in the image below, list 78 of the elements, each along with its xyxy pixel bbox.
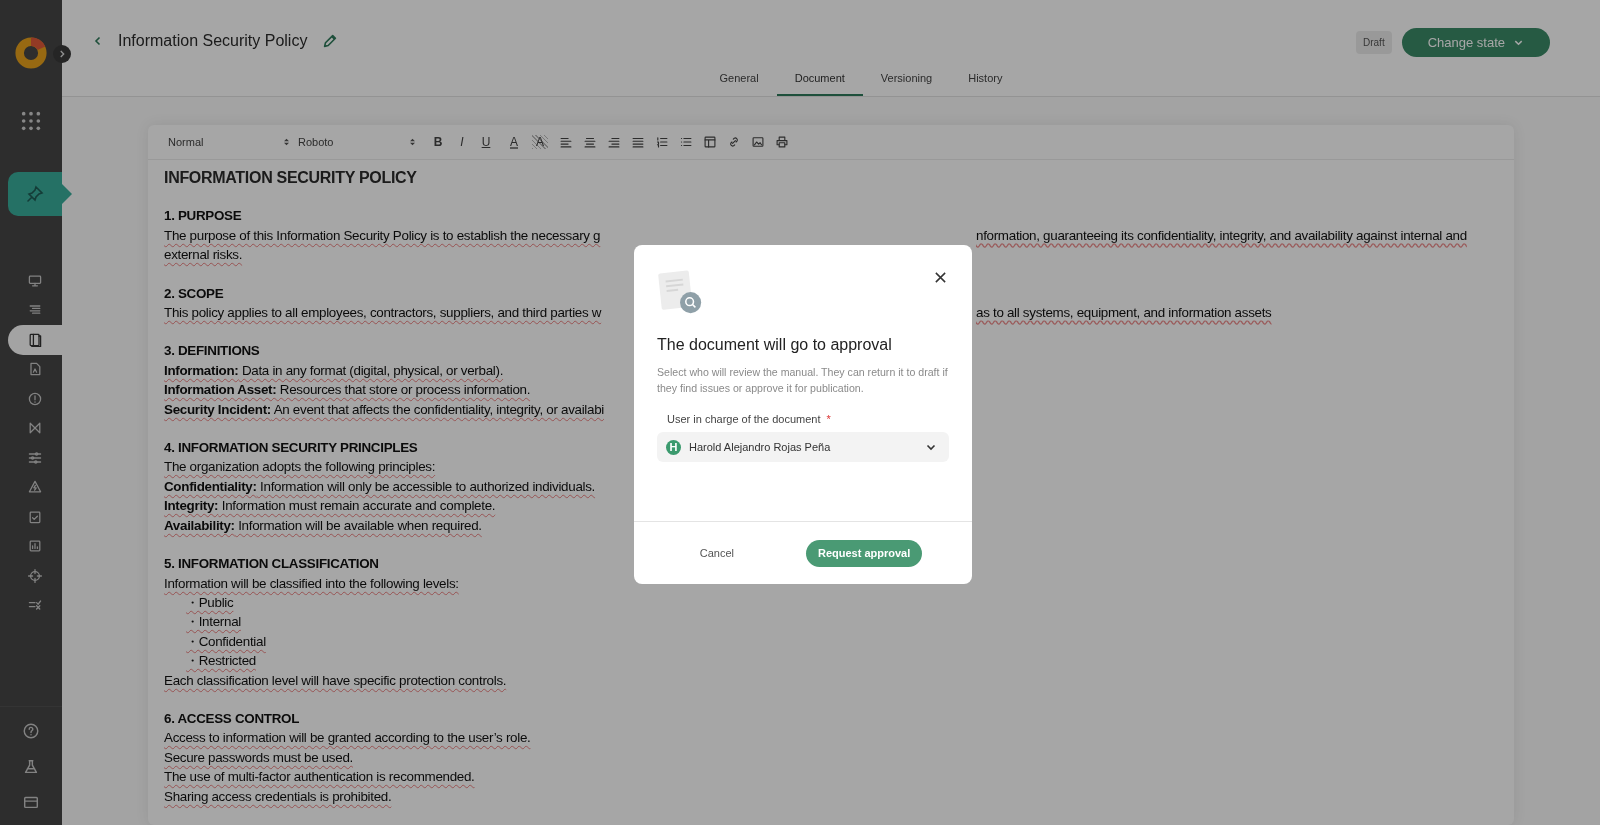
paragraph-line: Information will be classified into the following levels: — [164, 574, 459, 593]
style-select[interactable]: Normal — [168, 136, 290, 148]
book-icon — [27, 331, 43, 348]
tab[interactable]: Document — [776, 66, 863, 96]
required-mark: * — [826, 413, 831, 425]
updown-icon — [283, 137, 290, 147]
alert-icon — [27, 390, 43, 407]
paragraph-line: Each classification level will have specific protection controls. — [164, 671, 507, 690]
paragraph-line: Integrity: Information must remain accurate and complete. — [164, 497, 496, 516]
paragraph-line: The use of multi-factor authentication is recommended. — [164, 768, 475, 787]
paragraph-line: external risks. — [164, 246, 243, 265]
paragraph-line: Confidentiality: Information will only be accessible to authorized individuals. — [164, 477, 596, 496]
cancel-button[interactable]: Cancel — [683, 539, 750, 567]
align-center-icon[interactable] — [583, 135, 597, 149]
paragraph-line: Availability: Information will be available when required. — [164, 516, 482, 535]
paragraph-line: Security Incident: An event that affects the confidentiality, integrity, or availabi — [164, 400, 604, 419]
underline-button[interactable]: U — [474, 135, 498, 149]
list-item: ・Internal — [186, 613, 241, 632]
user-select[interactable]: H Harold Alejandro Rojas Peña — [657, 432, 949, 462]
apps-grid-icon[interactable] — [20, 110, 42, 132]
field-label: User in charge of the document — [667, 413, 821, 425]
image-icon[interactable] — [751, 135, 765, 149]
page-title: Information Security Policy — [118, 32, 308, 50]
logo-icon[interactable] — [14, 36, 48, 70]
section-heading: 4. INFORMATION SECURITY PRINCIPLES — [164, 439, 418, 458]
paragraph-line: This policy applies to all employees, contractors, suppliers, and third parties w — [164, 304, 602, 323]
paragraph-line: as to all systems, equipment, and information assets — [976, 304, 1272, 323]
bullet-list-icon[interactable] — [679, 135, 693, 149]
list-item: ・Public — [186, 593, 234, 612]
select-value: Harold Alejandro Rojas Peña — [689, 441, 832, 453]
crosshair-icon — [27, 567, 43, 584]
paragraph-line: Secure passwords must be used. — [164, 748, 353, 767]
chevron-right-icon — [57, 49, 67, 59]
justify-icon[interactable] — [631, 135, 645, 149]
link-icon[interactable] — [727, 135, 741, 149]
section-heading: 3. DEFINITIONS — [164, 342, 260, 361]
updown-icon — [409, 137, 416, 147]
section-heading: 5. INFORMATION CLASSIFICATION — [164, 555, 379, 574]
align-left-icon[interactable] — [559, 135, 573, 149]
help-icon — [22, 722, 40, 741]
tab[interactable]: General — [701, 66, 777, 96]
ordered-list-icon[interactable] — [655, 135, 669, 149]
flask-icon — [22, 757, 40, 776]
paragraph-line: Sharing access credentials is prohibited. — [164, 787, 392, 806]
change-state-button[interactable]: Change state — [1401, 28, 1550, 57]
document-title: INFORMATION SECURITY POLICY — [164, 168, 417, 188]
print-icon[interactable] — [775, 135, 789, 149]
paragraph-line: Information Asset: Resources that store or process information. — [164, 381, 531, 400]
status-badge: Draft — [1356, 31, 1392, 54]
sliders-icon — [27, 449, 43, 466]
request-approval-button[interactable]: Request approval — [805, 539, 923, 567]
paragraph-line: The purpose of this Information Security Policy is to establish the necessary g — [164, 226, 601, 245]
paragraph-line: Access to information will be granted according to the user’s role. — [164, 729, 531, 748]
align-right-icon[interactable] — [607, 135, 621, 149]
highlight-button[interactable]: A — [532, 135, 548, 149]
list-item: ・Restricted — [186, 652, 256, 671]
pin-icon — [25, 184, 45, 204]
paragraph-line: nformation, guaranteeing its confidentiality, integrity, and availability against internal and — [976, 226, 1467, 245]
font-select[interactable]: Roboto — [298, 136, 416, 148]
paragraph-line: Information: Data in any format (digital, physical, or verbal). — [164, 361, 504, 380]
paragraph-line: The organization adopts the following principles: — [164, 458, 436, 477]
bold-button[interactable]: B — [426, 135, 450, 149]
sidebar-item[interactable] — [8, 325, 62, 355]
file-icon — [27, 361, 43, 378]
user-avatar: H — [666, 439, 681, 455]
dialog-title: The document will go to approval — [657, 336, 893, 354]
list-item: ・Confidential — [186, 632, 266, 651]
close-icon — [934, 271, 947, 284]
dialog-description: Select who will review the manual. They can return it to draft if they find issues or approve it for publication. — [657, 365, 949, 396]
italic-button[interactable]: I — [450, 135, 474, 149]
tab[interactable]: History — [950, 66, 1021, 96]
section-heading: 1. PURPOSE — [164, 207, 242, 226]
table-icon[interactable] — [703, 135, 717, 149]
section-heading: 2. SCOPE — [164, 284, 224, 303]
text-color-button[interactable]: A — [502, 135, 526, 149]
section-heading: 6. ACCESS CONTROL — [164, 709, 300, 728]
tab[interactable]: Versioning — [862, 66, 951, 96]
expand-button[interactable] — [53, 45, 71, 63]
